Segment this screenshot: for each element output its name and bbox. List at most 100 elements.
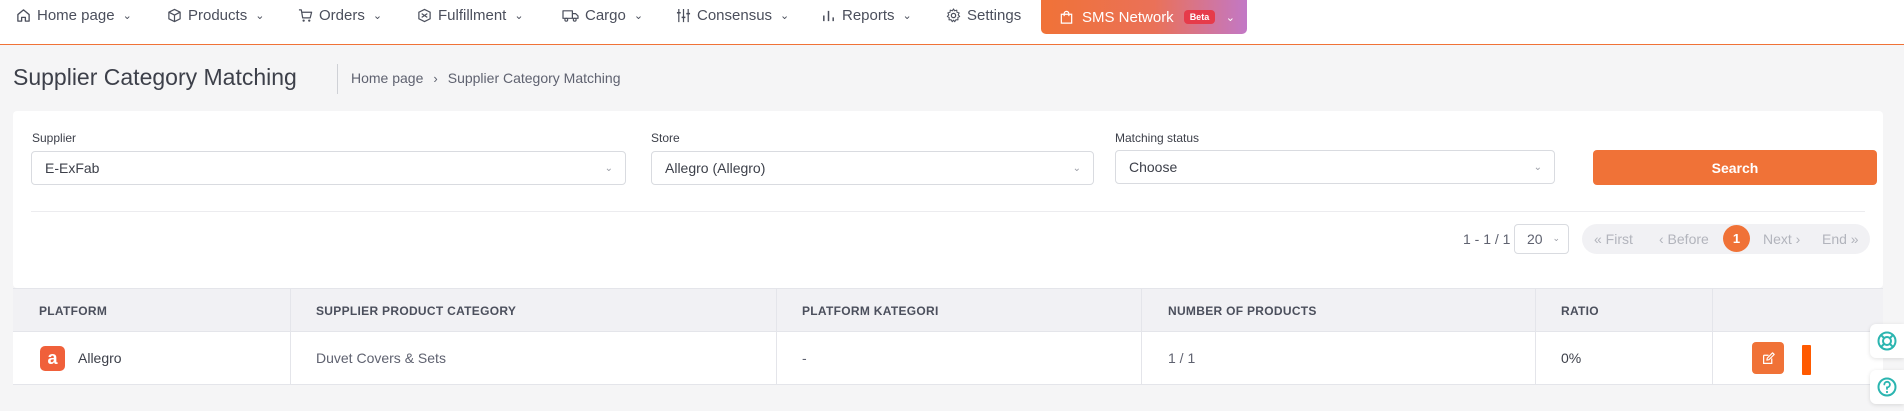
search-button[interactable]: Search <box>1593 150 1877 185</box>
shopping-bag-icon <box>1059 10 1074 25</box>
beta-badge: Beta <box>1183 10 1216 24</box>
sms-network-label: SMS Network <box>1082 8 1174 26</box>
matching-status-placeholder: Choose <box>1129 159 1178 175</box>
nav-reports[interactable]: Reports ⌄ <box>821 0 912 30</box>
column-header-number-of-products: NUMBER OF PRODUCTS <box>1168 303 1317 318</box>
column-divider <box>1712 332 1713 384</box>
cell-number-of-products: 1 / 1 <box>1168 350 1196 366</box>
filter-card: Supplier E-ExFab ⌄ Store Allegro (Allegr… <box>13 111 1883 288</box>
chevron-down-icon: ⌄ <box>633 9 644 22</box>
breadcrumb: Home page › Supplier Category Matching <box>351 70 621 86</box>
nav-home-label: Home page <box>37 6 115 24</box>
platform-name: Allegro <box>78 350 122 366</box>
column-divider <box>290 332 291 384</box>
status-indicator <box>1802 345 1811 375</box>
column-header-platform: PLATFORM <box>39 303 108 318</box>
first-page-button[interactable]: « First <box>1594 231 1633 247</box>
cell-platform: a Allegro <box>40 332 122 384</box>
chevron-down-icon: ⌄ <box>604 163 613 174</box>
column-divider <box>776 332 777 384</box>
breadcrumb-current: Supplier Category Matching <box>447 70 621 86</box>
page-size-value: 20 <box>1527 231 1543 247</box>
pagination: « First ‹ Before 1 Next › End » <box>1582 224 1870 254</box>
nav-home[interactable]: Home page ⌄ <box>16 0 132 30</box>
nav-orders-label: Orders <box>319 6 365 24</box>
top-navigation: Home page ⌄ Products ⌄ Orders ⌄ Fulfillm… <box>0 0 1904 45</box>
chevron-down-icon: ⌄ <box>902 9 912 22</box>
supplier-label: Supplier <box>32 131 77 145</box>
store-select[interactable]: Allegro (Allegro) ⌄ <box>651 151 1094 185</box>
column-header-supplier-category: SUPPLIER PRODUCT CATEGORY <box>316 303 517 318</box>
previous-page-button[interactable]: ‹ Before <box>1659 231 1709 247</box>
chevron-down-icon: ⌄ <box>255 9 265 22</box>
column-divider <box>1535 332 1536 384</box>
fulfillment-icon <box>418 8 431 22</box>
help-button[interactable] <box>1870 370 1904 404</box>
sms-network-button[interactable]: SMS Network Beta ⌄ <box>1041 0 1247 34</box>
allegro-logo: a <box>40 345 65 371</box>
column-header-platform-category: PLATFORM KATEGORI <box>802 303 939 318</box>
page-title: Supplier Category Matching <box>13 64 297 90</box>
nav-reports-label: Reports <box>842 6 895 24</box>
supplier-value: E-ExFab <box>45 160 100 176</box>
chevron-right-icon: › <box>433 70 438 86</box>
column-divider <box>290 289 291 332</box>
matching-status-label: Matching status <box>1115 131 1200 145</box>
chevron-down-icon: ⌄ <box>780 9 790 22</box>
column-divider <box>1141 332 1142 384</box>
nav-settings[interactable]: Settings <box>946 0 1021 30</box>
store-value: Allegro (Allegro) <box>665 160 766 176</box>
home-icon <box>17 8 30 22</box>
nav-consensus-label: Consensus <box>697 6 773 24</box>
page-size-select[interactable]: 20 ⌄ <box>1514 224 1569 254</box>
box-icon <box>168 8 181 22</box>
chevron-down-icon: ⌄ <box>122 9 132 22</box>
question-icon <box>1877 377 1897 397</box>
nav-products-label: Products <box>188 6 248 24</box>
bar-chart-icon <box>823 10 834 21</box>
pagination-info: 1 - 1 / 1 <box>1463 231 1511 247</box>
nav-consensus[interactable]: Consensus ⌄ <box>676 0 789 30</box>
sliders-icon <box>676 8 691 22</box>
column-divider <box>776 289 777 332</box>
cart-icon <box>298 8 313 22</box>
chevron-down-icon: ⌄ <box>1552 233 1560 243</box>
truck-icon <box>562 9 579 22</box>
nav-products[interactable]: Products ⌄ <box>167 0 264 30</box>
edit-icon <box>1762 351 1775 364</box>
breadcrumb-home-link[interactable]: Home page <box>351 70 423 86</box>
nav-fulfillment[interactable]: Fulfillment ⌄ <box>417 0 524 30</box>
support-button[interactable] <box>1870 324 1904 358</box>
store-label: Store <box>651 131 680 145</box>
table-row: a Allegro Duvet Covers & Sets - 1 / 1 0% <box>13 331 1883 385</box>
current-page-button[interactable]: 1 <box>1723 225 1750 252</box>
nav-fulfillment-label: Fulfillment <box>438 6 507 24</box>
chevron-down-icon: ⌄ <box>372 9 383 22</box>
nav-cargo[interactable]: Cargo ⌄ <box>562 0 643 30</box>
chevron-down-icon: ⌄ <box>514 9 524 22</box>
allegro-logo-letter: a <box>47 347 58 368</box>
chevron-down-icon: ⌄ <box>1072 163 1081 174</box>
divider <box>31 211 1865 212</box>
column-divider <box>1141 289 1142 332</box>
chevron-down-icon: ⌄ <box>1225 11 1235 24</box>
lifebuoy-icon <box>1877 331 1897 351</box>
next-page-button[interactable]: Next › <box>1763 231 1800 247</box>
gear-icon <box>946 7 961 22</box>
title-divider <box>337 64 338 94</box>
chevron-down-icon: ⌄ <box>1533 162 1542 173</box>
table-header: PLATFORM SUPPLIER PRODUCT CATEGORY PLATF… <box>13 288 1883 332</box>
last-page-button[interactable]: End » <box>1822 231 1859 247</box>
cell-platform-category: - <box>802 350 807 366</box>
column-header-ratio: RATIO <box>1561 303 1599 318</box>
matching-status-select[interactable]: Choose ⌄ <box>1115 150 1555 184</box>
cell-ratio: 0% <box>1561 350 1582 366</box>
supplier-select[interactable]: E-ExFab ⌄ <box>31 151 626 185</box>
cell-supplier-category: Duvet Covers & Sets <box>316 350 446 366</box>
edit-button[interactable] <box>1752 342 1784 374</box>
nav-settings-label: Settings <box>967 6 1022 24</box>
column-divider <box>1535 289 1536 332</box>
nav-orders[interactable]: Orders ⌄ <box>298 0 382 30</box>
column-divider <box>1712 289 1713 332</box>
nav-cargo-label: Cargo <box>585 6 626 24</box>
